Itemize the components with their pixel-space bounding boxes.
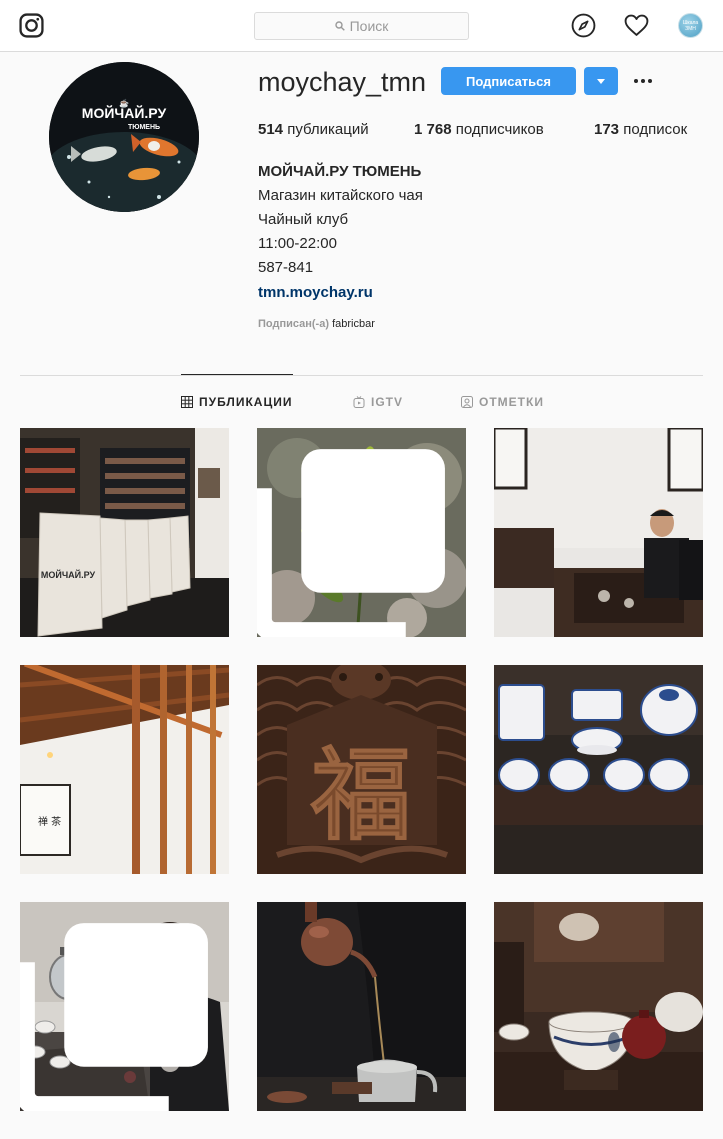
posts-count-value: 514 — [258, 121, 284, 138]
search-icon — [334, 21, 345, 31]
avatar-text: ЗМН — [685, 25, 696, 32]
instagram-logo-icon[interactable] — [19, 13, 44, 38]
avatar-logo-subtext: ТЮМЕНЬ — [128, 124, 160, 131]
active-tab-indicator — [181, 374, 293, 375]
tab-posts[interactable]: ПУБЛИКАЦИИ — [181, 395, 292, 409]
tagged-icon — [461, 396, 473, 408]
tabs-divider — [20, 375, 703, 376]
multiple-images-icon — [20, 923, 208, 1111]
profile-username: moychay_tmn — [258, 67, 427, 97]
posts-count-label: публикаций — [287, 121, 369, 138]
dot-icon — [641, 79, 645, 83]
multiple-images-icon — [257, 449, 445, 637]
post-thumbnail[interactable] — [257, 428, 466, 637]
search-input[interactable]: Поиск — [254, 12, 469, 40]
post-image-blue-white-cups — [494, 665, 703, 874]
svg-text:福: 福 — [310, 736, 411, 854]
dot-icon — [648, 79, 652, 83]
svg-text:禅 茶: 禅 茶 — [38, 815, 61, 828]
grid-icon — [181, 396, 193, 408]
post-image-man-at-tea-table — [494, 428, 703, 637]
bio-line: Чайный клуб — [258, 211, 349, 228]
more-options-button[interactable] — [628, 74, 658, 88]
profile-picture-image: ☕ МОЙЧАЙ.РУ ТЮМЕНЬ — [49, 62, 199, 212]
post-thumbnail[interactable] — [257, 902, 466, 1111]
tab-label: IGTV — [371, 395, 404, 409]
post-image-interior-wood: 禅 茶 — [20, 665, 229, 874]
website-link[interactable]: tmn.moychay.ru — [258, 284, 373, 301]
following-count-value: 173 — [594, 121, 620, 138]
profile-avatar[interactable]: Шкала ЗМН — [678, 13, 703, 38]
bio-line: 587-841 — [258, 259, 314, 276]
heart-icon[interactable] — [624, 13, 649, 38]
followed-by-label: Подписан(-а) — [258, 318, 329, 330]
posts-count: 514 публикаций — [258, 121, 369, 138]
post-thumbnail[interactable] — [494, 665, 703, 874]
post-thumbnail[interactable] — [20, 902, 229, 1111]
post-image-tea-bags: МОЙЧАЙ.РУ — [20, 428, 229, 637]
post-image-teaware-closeup — [494, 902, 703, 1111]
profile-full-name: МОЙЧАЙ.РУ ТЮМЕНЬ — [258, 163, 422, 180]
followers-count-value: 1 768 — [414, 121, 452, 138]
chevron-down-icon — [597, 78, 605, 84]
post-image-pouring-teapot — [257, 902, 466, 1111]
post-thumbnail[interactable]: МОЙЧАЙ.РУ — [20, 428, 229, 637]
tv-icon — [353, 396, 365, 408]
top-navigation-bar: Поиск Шкала ЗМН — [0, 0, 723, 52]
avatar-logo-text: МОЙЧАЙ.РУ — [82, 104, 167, 121]
profile-picture: ☕ МОЙЧАЙ.РУ ТЮМЕНЬ — [49, 62, 199, 212]
followers-count[interactable]: 1 768 подписчиков — [414, 121, 544, 138]
post-image-carved-wood: 福 — [257, 665, 466, 874]
dot-icon — [634, 79, 638, 83]
compass-icon[interactable] — [571, 13, 596, 38]
followed-by-name: fabricbar — [332, 318, 375, 330]
following-count-label: подписок — [623, 121, 688, 138]
tab-label: ОТМЕТКИ — [479, 395, 544, 409]
suggested-accounts-dropdown-button[interactable] — [584, 67, 618, 95]
post-thumbnail[interactable]: 福 — [257, 665, 466, 874]
post-thumbnail[interactable] — [494, 902, 703, 1111]
tab-igtv[interactable]: IGTV — [353, 395, 403, 409]
post-thumbnail[interactable]: 禅 茶 — [20, 665, 229, 874]
tab-tagged[interactable]: ОТМЕТКИ — [461, 395, 544, 409]
bag-label-text: МОЙЧАЙ.РУ — [41, 569, 96, 580]
followers-count-label: подписчиков — [455, 121, 544, 138]
following-count[interactable]: 173 подписок — [594, 121, 687, 138]
post-thumbnail[interactable] — [494, 428, 703, 637]
followed-by[interactable]: Подписан(-а) fabricbar — [258, 318, 375, 330]
follow-button[interactable]: Подписаться — [441, 67, 576, 95]
tab-label: ПУБЛИКАЦИИ — [199, 395, 293, 409]
search-placeholder: Поиск — [349, 18, 389, 34]
bio-line: Магазин китайского чая — [258, 187, 423, 204]
bio-line: 11:00-22:00 — [258, 235, 337, 252]
